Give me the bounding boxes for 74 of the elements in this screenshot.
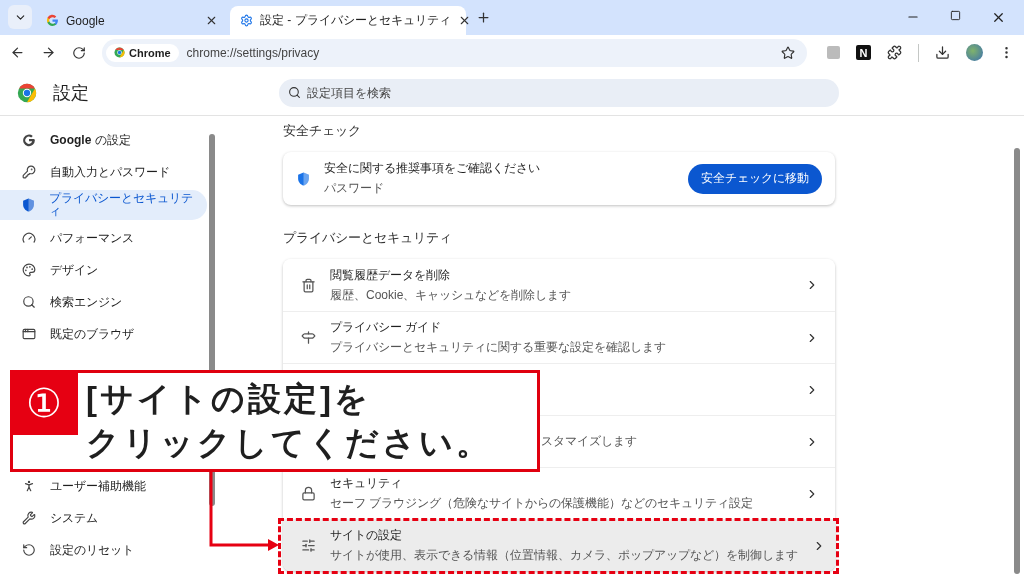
search-field[interactable]: 設定項目を検索 [279, 78, 839, 107]
person-icon [22, 479, 36, 493]
reset-icon [22, 543, 36, 557]
settings-icon [240, 14, 253, 27]
sidebar-item[interactable]: プライバシーとセキュリティ [0, 190, 207, 220]
google-icon [22, 133, 36, 147]
key-icon [22, 165, 36, 179]
avatar-icon[interactable] [966, 44, 983, 61]
wrench-icon [22, 511, 36, 525]
row-description: セーフ ブラウジング（危険なサイトからの保護機能）などのセキュリティ設定 [330, 495, 755, 512]
sidebar-item[interactable]: 既定のブラウザ [0, 320, 207, 348]
callout-text: クリックしてください。 [86, 423, 492, 463]
url-text: chrome://settings/privacy [186, 45, 321, 60]
sidebar-item[interactable]: パフォーマンス [0, 224, 207, 252]
new-tab-button[interactable] [476, 10, 491, 25]
forward-icon[interactable] [41, 45, 56, 60]
search-icon [22, 295, 36, 309]
address-bar[interactable]: Chrome chrome://settings/privacy [102, 38, 807, 67]
step-number: ① [10, 370, 78, 435]
tab-title: Google [66, 13, 106, 28]
sidebar-item[interactable]: ユーザー補助機能 [0, 472, 207, 500]
row-description: スタマイズします [541, 433, 638, 450]
reload-icon[interactable] [72, 45, 86, 60]
search-icon [288, 85, 301, 99]
card-title: 安全に関する推奨事項をご確認ください [324, 160, 541, 177]
browser-window-icon [22, 327, 36, 341]
section-heading: 安全チェック [283, 122, 362, 140]
extension-icon[interactable]: N [856, 45, 871, 60]
close-icon[interactable] [205, 14, 218, 27]
row-description: サイトが使用、表示できる情報（位置情報、カメラ、ポップアップなど）を制御します [330, 547, 798, 564]
scrollbar-thumb[interactable] [1014, 148, 1020, 574]
sidebar-item[interactable]: 設定のリセット [0, 536, 207, 564]
row-title: セキュリティ [330, 475, 403, 492]
chrome-logo-icon [17, 82, 37, 103]
signpost-icon [301, 330, 316, 345]
settings-row[interactable]: プライバシー ガイド プライバシーとセキュリティに関する重要な設定を確認します [283, 311, 835, 363]
sidebar-item[interactable]: システム [0, 504, 207, 532]
row-title: 閲覧履歴データを削除 [330, 266, 451, 284]
star-icon[interactable] [781, 45, 795, 60]
browser-tab[interactable]: 設定 - プライバシーとセキュリティ [230, 6, 466, 35]
section-heading: プライバシーとセキュリティ [283, 229, 453, 247]
sidebar-item[interactable]: 検索エンジン [0, 288, 207, 316]
gauge-icon [22, 231, 36, 245]
page-title: 設定 [53, 81, 90, 105]
settings-row[interactable]: 閲覧履歴データを削除 履歴、Cookie、キャッシュなどを削除します [283, 259, 835, 311]
site-chip[interactable]: Chrome [106, 43, 179, 62]
download-icon[interactable] [935, 45, 950, 60]
row-description: プライバシーとセキュリティに関する重要な設定を確認します [330, 339, 667, 356]
browser-tab[interactable]: Google [36, 6, 226, 35]
back-icon[interactable] [10, 45, 25, 60]
tab-title: 設定 - プライバシーとセキュリティ [260, 12, 451, 29]
sliders-icon [301, 538, 316, 553]
sidebar-item[interactable]: デザイン [0, 256, 207, 284]
close-icon[interactable] [991, 10, 1006, 25]
sidebar-item[interactable]: 自動入力とパスワード [0, 158, 207, 186]
safety-check-button[interactable]: 安全チェックに移動 [688, 163, 822, 194]
lock-icon [301, 486, 316, 501]
trash-icon [301, 277, 316, 293]
google-icon [46, 14, 59, 27]
extensions-icon[interactable] [887, 45, 902, 60]
callout-text: [サイトの設定]を [86, 379, 372, 419]
shield-icon [22, 198, 35, 212]
card-subtitle: パスワード [324, 180, 385, 197]
row-title: プライバシー ガイド [330, 319, 443, 336]
settings-row[interactable]: サイトの設定 サイトが使用、表示できる情報（位置情報、カメラ、ポップアップなど）を制御します [283, 519, 835, 571]
shield-icon [297, 171, 310, 186]
tab-search-button[interactable] [8, 5, 32, 29]
sidebar-item[interactable]: Google の設定 [0, 126, 207, 154]
row-title: サイトの設定 [330, 527, 403, 544]
palette-icon [22, 263, 36, 277]
row-description: 履歴、Cookie、キャッシュなどを削除します [330, 286, 573, 304]
maximize-icon[interactable] [950, 10, 961, 21]
chrome-logo-icon [114, 47, 125, 58]
settings-row[interactable]: セキュリティ セーフ ブラウジング（危険なサイトからの保護機能）などのセキュリティ設定 [283, 467, 835, 519]
